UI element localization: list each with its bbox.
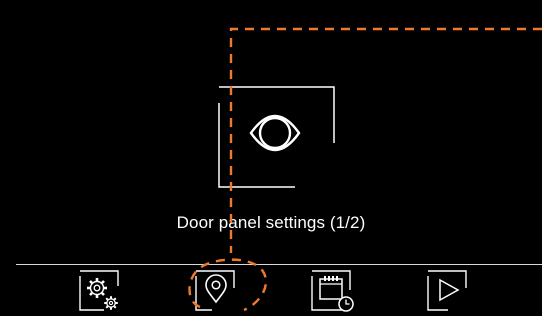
location-button[interactable] [190, 268, 242, 316]
divider [16, 264, 542, 265]
play-button[interactable] [422, 268, 474, 316]
eye-icon [217, 85, 337, 190]
screen: Door panel settings (1/2) [0, 0, 542, 316]
location-pin-icon [195, 270, 235, 311]
schedule-button[interactable] [306, 268, 358, 316]
play-triangle-icon [427, 270, 467, 311]
page-title: Door panel settings (1/2) [176, 213, 366, 232]
settings-gears-icon [79, 270, 119, 311]
settings-button[interactable] [74, 268, 126, 316]
calendar-clock-icon [311, 270, 354, 312]
